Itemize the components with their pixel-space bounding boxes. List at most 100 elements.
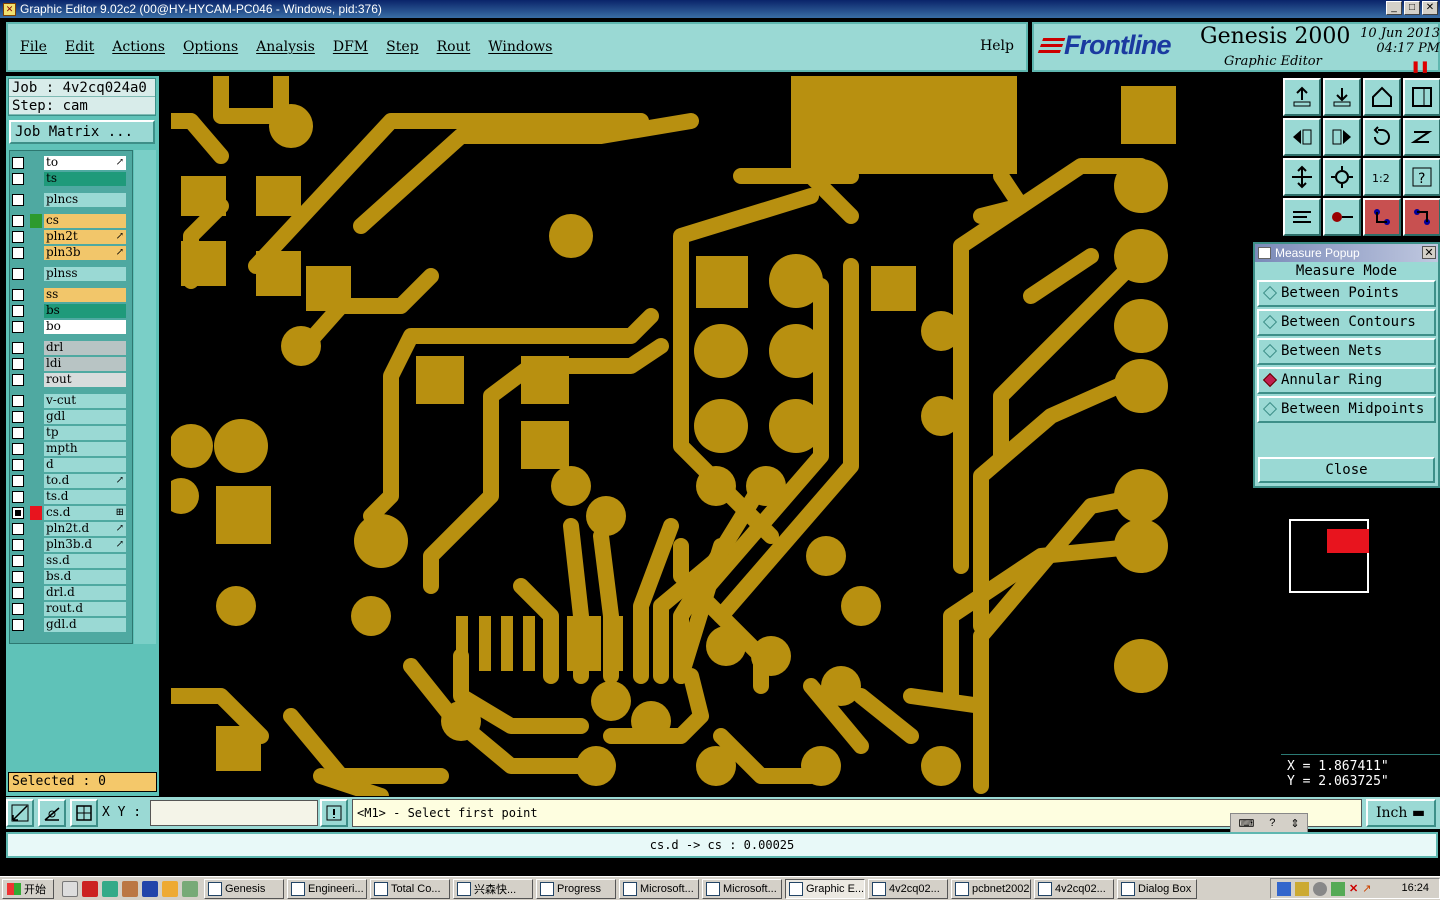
taskbar-item[interactable]: Progress — [536, 878, 616, 899]
layer-name[interactable]: bs — [44, 303, 126, 318]
layer-row[interactable]: rout — [12, 372, 126, 387]
panel-icon[interactable] — [1403, 78, 1440, 116]
layer-row[interactable]: cs — [12, 213, 126, 228]
layer-checkbox[interactable] — [12, 156, 24, 169]
taskbar-item[interactable]: Dialog Box — [1117, 878, 1197, 899]
menu-help[interactable]: Help — [980, 38, 1014, 54]
layer-row[interactable]: ts — [12, 171, 126, 186]
measure-probe-icon[interactable] — [1323, 198, 1361, 236]
grid-icon[interactable] — [70, 799, 98, 827]
layer-row[interactable]: pln3b ↗ — [12, 245, 126, 260]
layer-name[interactable]: drl.d — [44, 585, 126, 600]
layer-row[interactable]: ss.d — [12, 553, 126, 568]
layer-row[interactable]: mpth — [12, 441, 126, 456]
layer-row[interactable]: v-cut — [12, 393, 126, 408]
job-matrix-button[interactable]: Job Matrix ... — [9, 120, 155, 144]
unit-selector[interactable]: Inch ▬ — [1366, 799, 1436, 827]
layer-name[interactable]: tp — [44, 425, 126, 440]
keyboard-icon[interactable]: ⌨ — [1238, 817, 1254, 830]
layer-name[interactable]: bo — [44, 319, 126, 334]
measure-option[interactable]: Between Midpoints — [1257, 396, 1436, 423]
layer-row[interactable]: to ↗ — [12, 155, 126, 170]
maximize-button[interactable]: □ — [1404, 1, 1420, 15]
layer-checkbox[interactable] — [12, 554, 24, 567]
tool-icon[interactable] — [182, 880, 198, 897]
taskbar-item[interactable]: Engineeri... — [287, 878, 367, 899]
help-icon[interactable]: ? — [1269, 817, 1275, 829]
close-tool-icon[interactable] — [82, 880, 98, 897]
menu-actions[interactable]: Actions — [112, 39, 165, 55]
layer-checkbox[interactable] — [12, 267, 24, 280]
layer-row[interactable]: tp — [12, 425, 126, 440]
layer-row[interactable]: pln3b.d ↗ — [12, 537, 126, 552]
layer-row[interactable]: d — [12, 457, 126, 472]
measure-option[interactable]: Between Points — [1257, 280, 1436, 307]
layer-name[interactable]: gdl — [44, 409, 126, 424]
layer-checkbox[interactable] — [12, 442, 24, 455]
close-window-button[interactable]: ✕ — [1422, 1, 1438, 15]
pan-right-icon[interactable] — [1323, 118, 1361, 156]
menu-rout[interactable]: Rout — [437, 39, 471, 55]
layer-checkbox[interactable] — [12, 506, 24, 519]
layer-name[interactable]: plnss — [44, 266, 126, 281]
start-button[interactable]: 开始 — [2, 878, 54, 899]
layer-row[interactable]: ldi — [12, 356, 126, 371]
layer-name[interactable]: cs.d ⊞ — [44, 505, 126, 520]
taskbar-item[interactable]: pcbnet2002 — [951, 878, 1031, 899]
layer-checkbox[interactable] — [12, 570, 24, 583]
net-compare-icon[interactable] — [1363, 198, 1401, 236]
tray-icon-clock[interactable] — [1313, 881, 1327, 896]
layer-checkbox[interactable] — [12, 410, 24, 423]
layer-checkbox[interactable] — [12, 193, 24, 206]
layer-name[interactable]: ldi — [44, 356, 126, 371]
layer-name[interactable]: mpth — [44, 441, 126, 456]
redraw-icon[interactable] — [1403, 118, 1440, 156]
layer-row[interactable]: gdl.d — [12, 617, 126, 632]
menu-analysis[interactable]: Analysis — [256, 39, 315, 55]
measure-popup-titlebar[interactable]: Measure Popup ✕ — [1255, 244, 1438, 262]
pan-left-icon[interactable] — [1283, 118, 1321, 156]
layer-row[interactable]: bs — [12, 303, 126, 318]
popup-close-icon[interactable]: ✕ — [1422, 246, 1436, 259]
layer-name[interactable]: to ↗ — [44, 155, 126, 170]
layer-row[interactable]: gdl — [12, 409, 126, 424]
taskbar-item[interactable]: Microsoft... — [619, 878, 699, 899]
tray-icon-app[interactable] — [1331, 881, 1345, 896]
layer-name[interactable]: ss.d — [44, 553, 126, 568]
menu-dfm[interactable]: DFM — [333, 39, 368, 55]
layer-row[interactable]: drl — [12, 340, 126, 355]
zoom-home-icon[interactable] — [1323, 158, 1361, 196]
layer-row[interactable]: pln2t ↗ — [12, 229, 126, 244]
undo-icon[interactable] — [1363, 118, 1401, 156]
layer-checkbox[interactable] — [12, 230, 24, 243]
layer-name[interactable]: to.d ↗ — [44, 473, 126, 488]
measure-tool-icon[interactable] — [38, 799, 66, 827]
help-query-icon[interactable]: ? — [1403, 158, 1440, 196]
spinner-icon[interactable]: ⇕ — [1290, 817, 1299, 830]
measure-option[interactable]: Between Contours — [1257, 309, 1436, 336]
layer-row[interactable]: bo — [12, 319, 126, 334]
layer-checkbox[interactable] — [12, 474, 24, 487]
taskbar-item[interactable]: Genesis — [204, 878, 284, 899]
layer-checkbox[interactable] — [12, 394, 24, 407]
menu-windows[interactable]: Windows — [488, 39, 552, 55]
layer-checkbox[interactable] — [12, 172, 24, 185]
layer-name[interactable]: d — [44, 457, 126, 472]
clock-app-icon[interactable] — [162, 880, 178, 897]
measure-close-button[interactable]: Close — [1258, 457, 1435, 483]
layer-name[interactable]: pln2t.d ↗ — [44, 521, 126, 536]
menu-step[interactable]: Step — [386, 39, 418, 55]
tray-icon-arrow[interactable]: ↗ — [1362, 882, 1371, 895]
download-icon[interactable] — [1323, 78, 1361, 116]
layer-row[interactable]: to.d ↗ — [12, 473, 126, 488]
tools-icon[interactable] — [1283, 198, 1321, 236]
layer-name[interactable]: ss — [44, 287, 126, 302]
snap-icon[interactable] — [6, 799, 34, 827]
layer-name[interactable]: plncs — [44, 192, 126, 207]
layer-checkbox[interactable] — [12, 522, 24, 535]
measure-option[interactable]: Between Nets — [1257, 338, 1436, 365]
menu-file[interactable]: File — [20, 39, 47, 55]
zoom-fit-icon[interactable] — [1283, 158, 1321, 196]
menu-edit[interactable]: Edit — [65, 39, 94, 55]
layer-checkbox[interactable] — [12, 214, 24, 227]
